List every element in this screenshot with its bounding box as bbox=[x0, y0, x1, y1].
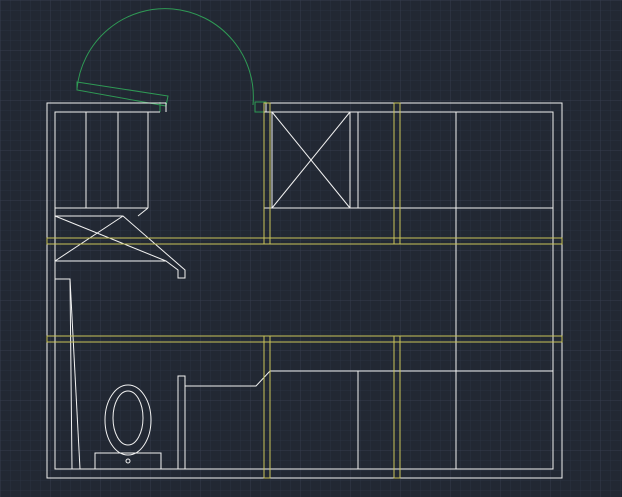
cad-viewport[interactable] bbox=[0, 0, 622, 497]
model-space-grid bbox=[0, 0, 622, 497]
drawing-canvas[interactable] bbox=[0, 0, 622, 497]
